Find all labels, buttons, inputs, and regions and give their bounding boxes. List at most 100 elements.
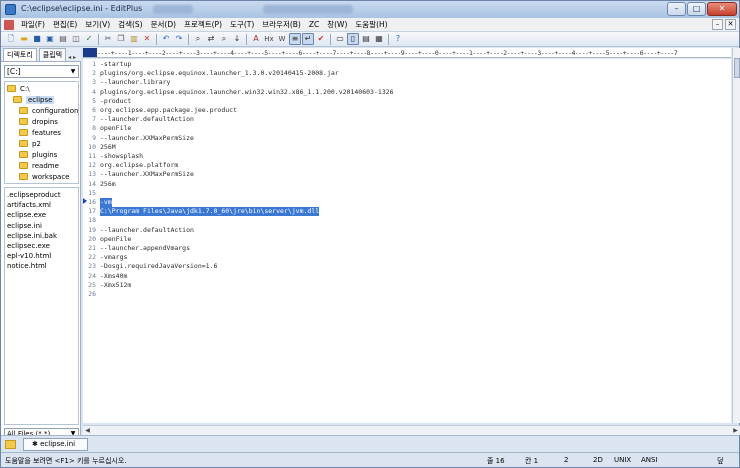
editor-line[interactable]: 18 — [83, 216, 731, 225]
tree-node[interactable]: plugins — [19, 149, 57, 160]
line-text[interactable]: org.eclipse.epp.package.jee.product — [100, 106, 237, 115]
tree-node[interactable]: workspace — [19, 171, 69, 182]
line-text[interactable]: -vm — [100, 198, 112, 207]
print-icon[interactable]: ▤ — [57, 33, 69, 45]
find-icon[interactable]: ⌕ — [192, 33, 204, 45]
chevron-down-icon[interactable]: ▼ — [68, 66, 78, 77]
hx-icon[interactable]: Hx — [263, 33, 275, 45]
doc-minimize-button[interactable]: – — [712, 19, 723, 30]
editor-line[interactable]: 15 — [83, 189, 731, 198]
print-preview-icon[interactable]: ◫ — [70, 33, 82, 45]
minimize-button[interactable]: – — [667, 2, 686, 16]
list-item[interactable]: .eclipseproduct — [7, 190, 76, 200]
editor-line[interactable]: 25 -Xmx512m — [83, 281, 731, 290]
list-item[interactable]: eclipse.ini — [7, 221, 76, 231]
tree-node[interactable]: dropins — [19, 116, 58, 127]
line-text[interactable]: --launcher.XXMaxPermSize — [100, 170, 194, 179]
editor-line[interactable]: 3 --launcher.library — [83, 78, 731, 87]
menu-browser[interactable]: 브라우저(B) — [258, 19, 305, 30]
line-text[interactable]: --launcher.library — [100, 78, 170, 87]
editor-line[interactable]: 16 -vm — [83, 198, 731, 207]
spell-icon[interactable]: ✔ — [315, 33, 327, 45]
panel-icon[interactable]: ▤ — [360, 33, 372, 45]
tree-node[interactable]: eclipse — [13, 94, 55, 105]
editor-line[interactable]: 17 C:\Program Files\Java\jdk1.7.0_60\jre\… — [83, 207, 731, 217]
editor-line[interactable]: 11 -showsplash — [83, 152, 731, 161]
editor-line[interactable]: 4 plugins/org.eclipse.equinox.launcher.wi… — [83, 88, 731, 97]
redo-icon[interactable]: ↷ — [173, 33, 185, 45]
new-file-icon[interactable]: 🗋 — [5, 33, 17, 45]
fullscreen-icon[interactable]: ▭ — [334, 33, 346, 45]
open-folder-icon[interactable]: ▬ — [18, 33, 30, 45]
tab-scroll-arrows[interactable]: ◂ ▸ — [68, 54, 76, 61]
line-text[interactable]: -product — [100, 97, 131, 106]
editor-line[interactable]: 8 openFile — [83, 124, 731, 133]
delete-icon[interactable]: ✕ — [141, 33, 153, 45]
cliptext-icon[interactable]: ▦ — [373, 33, 385, 45]
go-to-icon[interactable]: ↓ — [231, 33, 243, 45]
doc-close-button[interactable]: ✕ — [725, 19, 736, 30]
tree-node[interactable]: C:\ — [7, 83, 30, 94]
menu-view[interactable]: 보기(V) — [81, 19, 114, 30]
line-text[interactable]: 256m — [100, 180, 116, 189]
text-editor[interactable]: 1 -startup 2 plugins/org.eclipse.equinox.la… — [83, 59, 731, 423]
line-text[interactable]: -vmargs — [100, 253, 127, 262]
menu-project[interactable]: 프로젝트(P) — [180, 19, 226, 30]
line-text[interactable]: -startup — [100, 60, 131, 69]
line-text[interactable]: -Xmx512m — [100, 281, 131, 290]
list-item[interactable]: eclipsec.exe — [7, 241, 76, 251]
editor-line[interactable]: 10 256M — [83, 143, 731, 152]
tab-directory[interactable]: 디렉토리 — [3, 48, 37, 61]
line-text[interactable]: -Xms40m — [100, 272, 127, 281]
help-icon[interactable]: ? — [392, 33, 404, 45]
copy-icon[interactable]: ❐ — [115, 33, 127, 45]
w-icon[interactable]: W — [276, 33, 288, 45]
editor-line[interactable]: 9 --launcher.XXMaxPermSize — [83, 134, 731, 143]
vertical-scrollbar[interactable] — [732, 48, 740, 423]
line-text[interactable]: --launcher.appendVmargs — [100, 244, 190, 253]
editor-line[interactable]: 20 openFile — [83, 235, 731, 244]
menu-file[interactable]: 파일(F) — [17, 19, 49, 30]
menu-edit[interactable]: 편집(E) — [49, 19, 81, 30]
editor-line[interactable]: 6 org.eclipse.epp.package.jee.product — [83, 106, 731, 115]
editor-line[interactable]: 2 plugins/org.eclipse.equinox.launcher_1.… — [83, 69, 731, 78]
editor-line[interactable]: 24 -Xms40m — [83, 272, 731, 281]
line-text[interactable]: --launcher.defaultAction — [100, 115, 194, 124]
cut-icon[interactable]: ✂ — [102, 33, 114, 45]
editor-line[interactable]: 22 -vmargs — [83, 253, 731, 262]
replace-icon[interactable]: ⇄ — [205, 33, 217, 45]
line-numbers-icon[interactable]: ≡ — [289, 33, 301, 45]
save-all-icon[interactable]: ▣ — [44, 33, 56, 45]
line-text[interactable]: --launcher.defaultAction — [100, 226, 194, 235]
file-list[interactable]: .eclipseproduct artifacts.xml eclipse.ex… — [4, 187, 79, 425]
editor-line[interactable]: 14 256m — [83, 180, 731, 189]
undo-icon[interactable]: ↶ — [160, 33, 172, 45]
folder-icon[interactable] — [5, 440, 16, 449]
editor-line[interactable]: 5 -product — [83, 97, 731, 106]
editor-line[interactable]: 13 --launcher.XXMaxPermSize — [83, 170, 731, 179]
find-next-icon[interactable]: ⌕ — [218, 33, 230, 45]
menu-zc[interactable]: ZC — [305, 20, 323, 29]
line-text[interactable]: openFile — [100, 235, 131, 244]
tree-node[interactable]: features — [19, 127, 61, 138]
editor-line[interactable]: 26 — [83, 290, 731, 299]
list-item[interactable]: epl-v10.html — [7, 251, 76, 261]
horizontal-scrollbar[interactable]: ◀ ▶ — [83, 425, 740, 435]
menu-help[interactable]: 도움말(H) — [351, 19, 391, 30]
line-text[interactable]: -Dosgi.requiredJavaVersion=1.6 — [100, 262, 217, 271]
scrollbar-thumb[interactable] — [734, 58, 740, 78]
editor-line[interactable]: 21 --launcher.appendVmargs — [83, 244, 731, 253]
list-item[interactable]: notice.html — [7, 261, 76, 271]
split-window-icon[interactable]: ▯ — [347, 33, 359, 45]
tab-cliptext[interactable]: 클립텍 — [38, 48, 67, 61]
save-icon[interactable]: ■ — [31, 33, 43, 45]
editor-line[interactable]: 7 --launcher.defaultAction — [83, 115, 731, 124]
scroll-right-icon[interactable]: ▶ — [731, 426, 740, 435]
line-text[interactable]: -showsplash — [100, 152, 143, 161]
spell-check-icon[interactable]: ✓ — [83, 33, 95, 45]
folder-tree[interactable]: C:\ eclipse configuration dropins featur… — [4, 81, 79, 184]
editor-line[interactable]: 19 --launcher.defaultAction — [83, 226, 731, 235]
list-item[interactable]: artifacts.xml — [7, 200, 76, 210]
line-text[interactable]: org.eclipse.platform — [100, 161, 178, 170]
line-text[interactable]: openFile — [100, 124, 131, 133]
